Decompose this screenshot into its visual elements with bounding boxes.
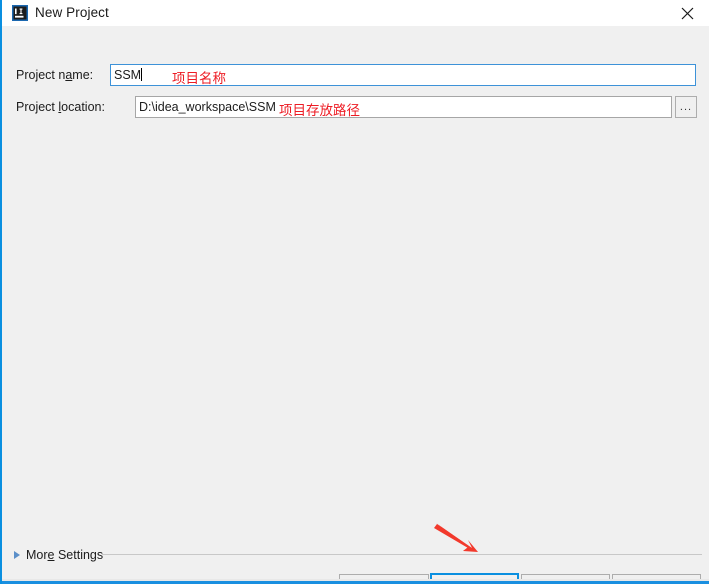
more-settings-label: More Settings bbox=[26, 548, 104, 562]
project-name-value: SSM bbox=[114, 68, 142, 82]
title-bar: New Project bbox=[2, 0, 709, 27]
window-title: New Project bbox=[35, 5, 109, 20]
project-location-label: Project location: bbox=[16, 100, 105, 114]
project-location-annotation: 项目存放路径 bbox=[279, 103, 360, 119]
project-name-annotation: 项目名称 bbox=[172, 71, 226, 87]
close-icon[interactable] bbox=[665, 0, 709, 26]
browse-location-button[interactable]: ... bbox=[675, 96, 697, 118]
triangle-right-icon bbox=[14, 551, 20, 559]
new-project-dialog: New Project Project name: SSM 项目名称 Proje… bbox=[0, 0, 709, 584]
intellij-idea-icon bbox=[12, 5, 28, 21]
project-name-label: Project name: bbox=[16, 68, 94, 82]
text-caret bbox=[141, 68, 143, 81]
dialog-content: Project name: SSM 项目名称 Project location:… bbox=[2, 26, 709, 584]
more-settings-separator bbox=[102, 554, 702, 555]
ellipsis-icon: ... bbox=[679, 101, 693, 113]
project-location-value: D:\idea_workspace\SSM bbox=[139, 100, 276, 114]
more-settings-toggle[interactable]: More Settings bbox=[14, 547, 103, 563]
project-location-input[interactable]: D:\idea_workspace\SSM bbox=[135, 96, 672, 118]
